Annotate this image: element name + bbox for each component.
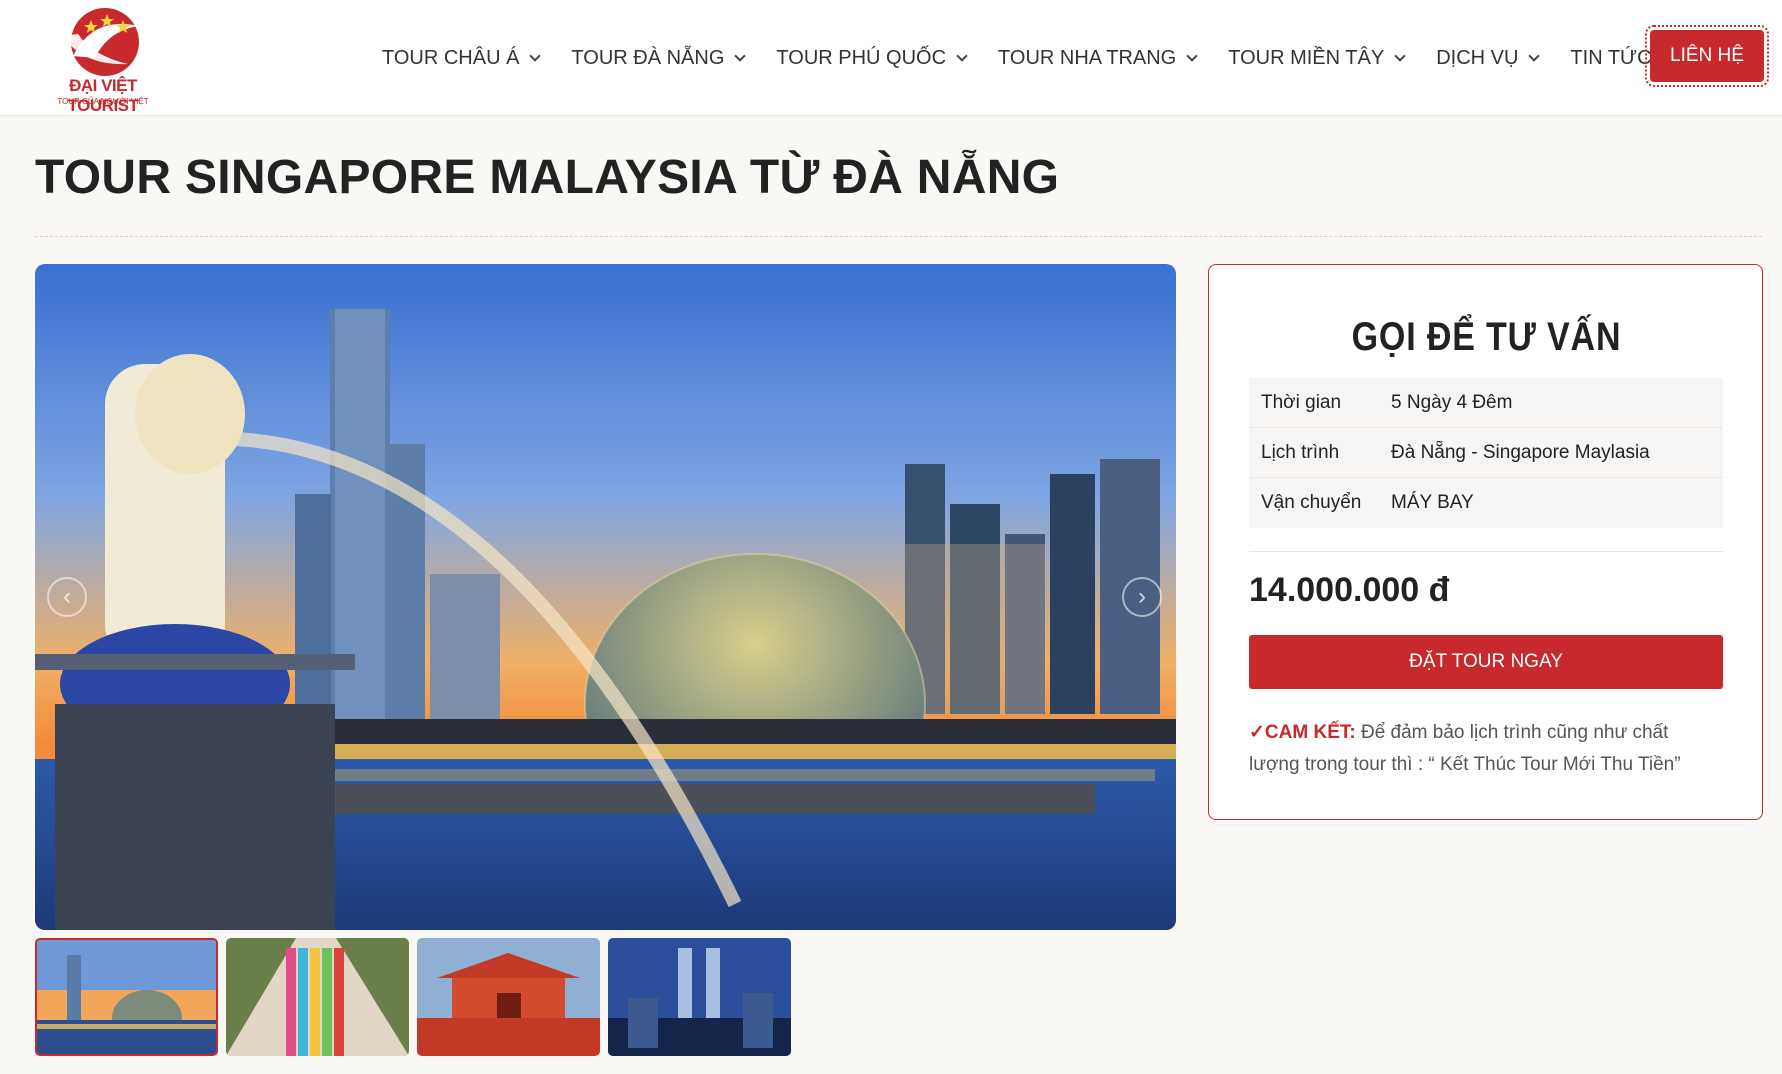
chevron-right-icon: ›: [1138, 583, 1146, 610]
nav-item-tour-phu-quoc[interactable]: TOUR PHÚ QUỐC: [776, 46, 968, 70]
chevron-down-icon: [734, 49, 747, 62]
title-divider: [35, 236, 1762, 237]
thumbnail-petronas-towers[interactable]: [608, 938, 791, 1056]
chevron-down-icon: [1394, 49, 1406, 62]
info-label: Thời gian: [1261, 391, 1342, 413]
commitment-label: ✓CAM KẾT:: [1249, 722, 1356, 743]
contact-button[interactable]: LIÊN HỆ: [1645, 25, 1769, 87]
info-row-duration: Thời gian 5 Ngày 4 Đêm: [1249, 378, 1723, 428]
thumbnail-chinese-temple[interactable]: [417, 938, 600, 1056]
page-title: TOUR SINGAPORE MALAYSIA TỪ ĐÀ NẴNG: [35, 151, 1060, 204]
chevron-left-icon: ‹: [63, 583, 71, 610]
info-label: Vận chuyển: [1261, 492, 1362, 513]
nav-label: TOUR PHÚ QUỐC: [776, 46, 947, 69]
brand-tagline: TOUR CỦA NGƯỜI VIỆT: [57, 97, 149, 106]
nav-label: TOUR MIỀN TÂY: [1228, 46, 1385, 69]
thumbnail-batu-caves-stairs[interactable]: [226, 938, 409, 1056]
info-row-transport: Vận chuyển MÁY BAY: [1249, 478, 1723, 528]
tour-info-table: Thời gian 5 Ngày 4 Đêm Lịch trình Đà Nẵn…: [1249, 378, 1723, 528]
nav-item-tour-chau-a[interactable]: TOUR CHÂU Á: [382, 46, 542, 70]
sidebar-divider: [1249, 551, 1723, 552]
brand-name: ĐẠI VIỆT TOURIST: [67, 76, 139, 115]
brand-logo[interactable]: ĐẠI VIỆT TOURIST TOUR CỦA NGƯỜI VIỆT: [33, 6, 173, 115]
commitment-note: ✓CAM KẾT: Để đảm bảo lịch trình cũng như…: [1249, 717, 1723, 781]
thumbnail-singapore-marina-bay[interactable]: [35, 938, 218, 1056]
chevron-down-icon: [1528, 49, 1541, 62]
info-row-itinerary: Lịch trình Đà Nẵng - Singapore Maylasia: [1249, 428, 1723, 478]
gallery-thumbnails: [35, 938, 799, 1056]
info-value: MÁY BAY: [1391, 492, 1474, 513]
book-tour-button[interactable]: ĐẶT TOUR NGAY: [1249, 635, 1723, 689]
nav-label: TOUR NHA TRANG: [998, 46, 1177, 69]
main-gallery-image[interactable]: [35, 264, 1176, 930]
logo-emblem-icon: [63, 8, 139, 76]
info-value: Đà Nẵng - Singapore Maylasia: [1391, 441, 1650, 463]
nav-item-tour-nha-trang[interactable]: TOUR NHA TRANG: [998, 46, 1198, 70]
singapore-skyline-image: [35, 264, 1176, 930]
chevron-down-icon: [1186, 49, 1198, 62]
info-value: 5 Ngày 4 Đêm: [1391, 391, 1513, 413]
site-header: ĐẠI VIỆT TOURIST TOUR CỦA NGƯỜI VIỆT TOU…: [0, 0, 1782, 116]
nav-label: TOUR ĐÀ NẴNG: [571, 46, 725, 69]
nav-item-tour-mien-tay[interactable]: TOUR MIỀN TÂY: [1228, 46, 1406, 70]
booking-sidebar: GỌI ĐỂ TƯ VẤN Thời gian 5 Ngày 4 Đêm Lịc…: [1208, 264, 1763, 820]
sidebar-title: GỌI ĐỂ TƯ VẤN: [1351, 315, 1622, 359]
nav-item-dich-vu[interactable]: DỊCH VỤ: [1436, 46, 1541, 70]
gallery-next-button[interactable]: ›: [1122, 577, 1162, 617]
nav-label: TOUR CHÂU Á: [382, 46, 520, 69]
tour-price: 14.000.000 đ: [1249, 571, 1450, 609]
main-nav: TOUR CHÂU Á TOUR ĐÀ NẴNG TOUR PHÚ QUỐC T…: [382, 0, 1704, 116]
chevron-down-icon: [529, 49, 542, 62]
nav-label: TIN TỨC: [1570, 46, 1652, 69]
nav-item-tour-da-nang[interactable]: TOUR ĐÀ NẴNG: [571, 46, 747, 70]
info-label: Lịch trình: [1261, 441, 1340, 463]
gallery-prev-button[interactable]: ‹: [47, 577, 87, 617]
chevron-down-icon: [956, 49, 968, 62]
nav-label: DỊCH VỤ: [1436, 46, 1519, 69]
